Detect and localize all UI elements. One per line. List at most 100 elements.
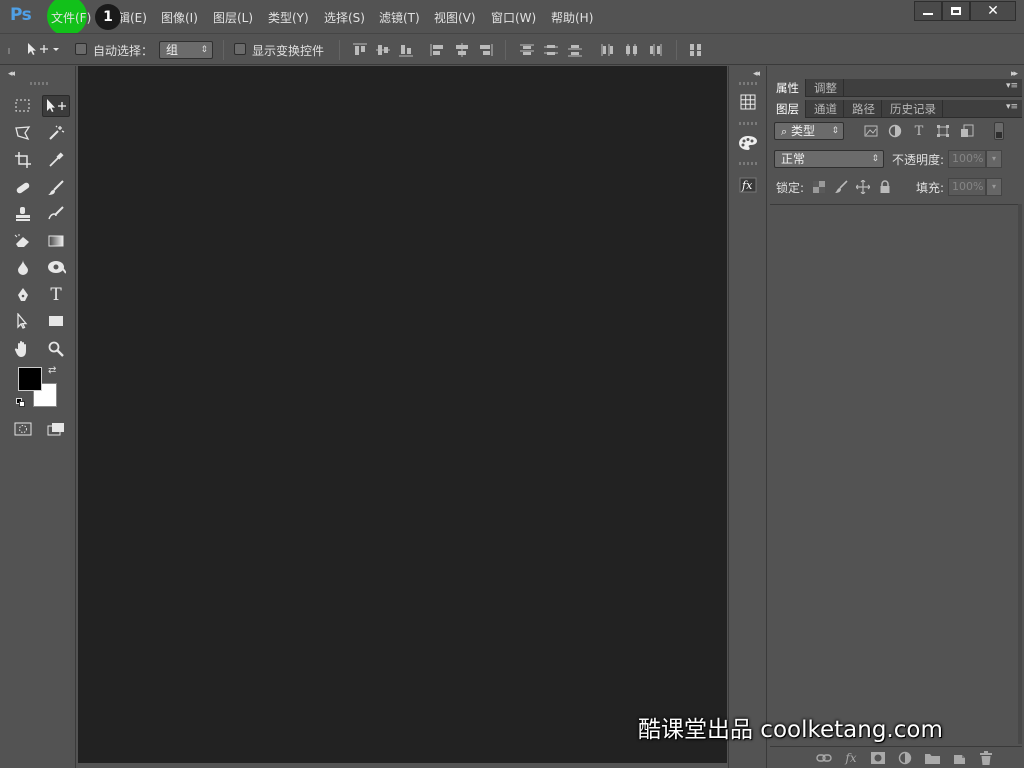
filter-adjustment-icon[interactable] bbox=[887, 123, 903, 139]
rect-marquee-tool[interactable] bbox=[9, 95, 37, 117]
collapse-icon[interactable]: ◂◂ bbox=[8, 69, 15, 79]
screen-mode-button[interactable] bbox=[42, 418, 70, 440]
magic-wand-tool[interactable] bbox=[42, 122, 70, 144]
brush-tool[interactable] bbox=[42, 177, 70, 199]
move-tool[interactable] bbox=[42, 95, 70, 117]
link-layers-icon[interactable] bbox=[816, 750, 832, 766]
new-layer-icon[interactable] bbox=[951, 750, 967, 766]
new-group-folder-icon[interactable] bbox=[924, 750, 940, 766]
dock-collapse-icon[interactable]: ◂◂ bbox=[753, 69, 760, 79]
menu-help[interactable]: 帮助(H) bbox=[551, 9, 593, 26]
lock-all-icon[interactable] bbox=[877, 179, 893, 195]
options-bar: 自动选择： 组 ⇕ 显示变换控件 bbox=[0, 33, 1024, 65]
distribute-right-icon[interactable] bbox=[648, 43, 664, 57]
panel-menu-icon[interactable]: ▾≡ bbox=[1006, 81, 1018, 91]
dock-styles-button[interactable] bbox=[734, 131, 762, 155]
dock-grip[interactable] bbox=[739, 122, 757, 125]
distribute-vcenter-icon[interactable] bbox=[543, 43, 559, 57]
healing-brush-tool[interactable] bbox=[9, 177, 37, 199]
lock-position-icon[interactable] bbox=[855, 179, 871, 195]
minimize-button[interactable] bbox=[914, 1, 942, 21]
tab-history[interactable]: 历史记录 bbox=[884, 100, 943, 118]
tool-preset-picker[interactable] bbox=[22, 38, 62, 60]
menu-image[interactable]: 图像(I) bbox=[161, 9, 198, 26]
maximize-button[interactable] bbox=[942, 1, 970, 21]
opacity-input[interactable]: 100% bbox=[948, 150, 986, 168]
tab-layers[interactable]: 图层 bbox=[770, 100, 806, 118]
distribute-left-icon[interactable] bbox=[600, 43, 616, 57]
distribute-hcenter-icon[interactable] bbox=[624, 43, 640, 57]
align-hcenter-icon[interactable] bbox=[454, 43, 470, 57]
options-grip[interactable] bbox=[8, 48, 12, 54]
layer-style-fx-icon[interactable]: fx bbox=[843, 750, 859, 766]
dock-swatches-button[interactable] bbox=[734, 90, 762, 114]
document-canvas-area[interactable] bbox=[78, 66, 727, 763]
close-button[interactable]: ✕ bbox=[970, 1, 1016, 21]
tab-paths[interactable]: 路径 bbox=[846, 100, 882, 118]
menu-view[interactable]: 视图(V) bbox=[434, 9, 476, 26]
gradient-tool[interactable] bbox=[42, 230, 70, 252]
layers-scrollbar[interactable] bbox=[1018, 204, 1022, 744]
filter-shape-icon[interactable] bbox=[935, 123, 951, 139]
foreground-color-swatch[interactable] bbox=[18, 367, 42, 391]
align-right-icon[interactable] bbox=[478, 43, 494, 57]
shape-tool[interactable] bbox=[42, 310, 70, 332]
auto-align-icon[interactable] bbox=[688, 43, 704, 57]
show-transform-checkbox[interactable] bbox=[234, 43, 246, 55]
zoom-tool[interactable] bbox=[42, 338, 70, 360]
lasso-tool[interactable] bbox=[9, 122, 37, 144]
dock-grip[interactable] bbox=[739, 162, 757, 165]
type-tool[interactable]: T bbox=[42, 284, 70, 306]
filter-toggle-switch[interactable] bbox=[994, 122, 1004, 140]
add-mask-icon[interactable] bbox=[870, 750, 886, 766]
clone-stamp-tool[interactable] bbox=[9, 203, 37, 225]
lock-transparent-icon[interactable] bbox=[811, 179, 827, 195]
swap-colors-icon[interactable]: ⇄ bbox=[48, 365, 56, 376]
filter-pixel-icon[interactable] bbox=[863, 123, 879, 139]
quick-mask-button[interactable] bbox=[9, 418, 37, 440]
align-left-icon[interactable] bbox=[430, 43, 446, 57]
fill-slider-toggle[interactable]: ▾ bbox=[986, 178, 1002, 196]
eyedropper-tool[interactable] bbox=[42, 149, 70, 171]
menu-type[interactable]: 类型(Y) bbox=[268, 9, 309, 26]
layer-filter-dropdown[interactable]: ⌕ 类型 ⇕ bbox=[774, 122, 844, 140]
tab-adjustments[interactable]: 调整 bbox=[808, 79, 844, 97]
hand-tool[interactable] bbox=[9, 338, 37, 360]
distribute-top-icon[interactable] bbox=[519, 43, 535, 57]
pen-tool[interactable] bbox=[9, 284, 37, 306]
layers-list[interactable] bbox=[770, 204, 1018, 744]
eraser-tool[interactable] bbox=[9, 230, 37, 252]
align-bottom-icon[interactable] bbox=[398, 43, 414, 57]
menu-layer[interactable]: 图层(L) bbox=[213, 9, 253, 26]
menu-window[interactable]: 窗口(W) bbox=[491, 9, 536, 26]
panel-menu-icon[interactable]: ▾≡ bbox=[1006, 102, 1018, 112]
auto-select-dropdown[interactable]: 组 ⇕ bbox=[159, 41, 213, 59]
trash-icon[interactable] bbox=[978, 750, 994, 766]
opacity-slider-toggle[interactable]: ▾ bbox=[986, 150, 1002, 168]
align-top-icon[interactable] bbox=[352, 43, 368, 57]
crop-tool[interactable] bbox=[9, 149, 37, 171]
toolbox-grip[interactable] bbox=[30, 82, 48, 85]
new-adjustment-layer-icon[interactable] bbox=[897, 750, 913, 766]
blur-tool[interactable] bbox=[9, 256, 37, 278]
tab-properties[interactable]: 属性 bbox=[770, 79, 806, 97]
filter-type-icon[interactable]: T bbox=[911, 123, 927, 139]
menu-file[interactable]: 文件(F) bbox=[51, 9, 91, 26]
blend-mode-dropdown[interactable]: 正常 ⇕ bbox=[774, 150, 884, 168]
dock-grip[interactable] bbox=[739, 82, 757, 85]
auto-select-checkbox[interactable] bbox=[75, 43, 87, 55]
align-vcenter-icon[interactable] bbox=[375, 43, 391, 57]
default-colors-icon[interactable] bbox=[16, 398, 26, 408]
path-selection-tool[interactable] bbox=[9, 310, 37, 332]
history-brush-tool[interactable] bbox=[42, 203, 70, 225]
tab-channels[interactable]: 通道 bbox=[808, 100, 844, 118]
dock-fx-button[interactable]: fx bbox=[734, 173, 762, 197]
filter-smart-object-icon[interactable] bbox=[959, 123, 975, 139]
dodge-tool[interactable] bbox=[42, 256, 70, 278]
lock-image-icon[interactable] bbox=[833, 179, 849, 195]
distribute-bottom-icon[interactable] bbox=[567, 43, 583, 57]
menu-filter[interactable]: 滤镜(T) bbox=[379, 9, 420, 26]
menu-select[interactable]: 选择(S) bbox=[324, 9, 365, 26]
panels-expand-icon[interactable]: ▸▸ bbox=[1011, 69, 1018, 79]
fill-input[interactable]: 100% bbox=[948, 178, 986, 196]
